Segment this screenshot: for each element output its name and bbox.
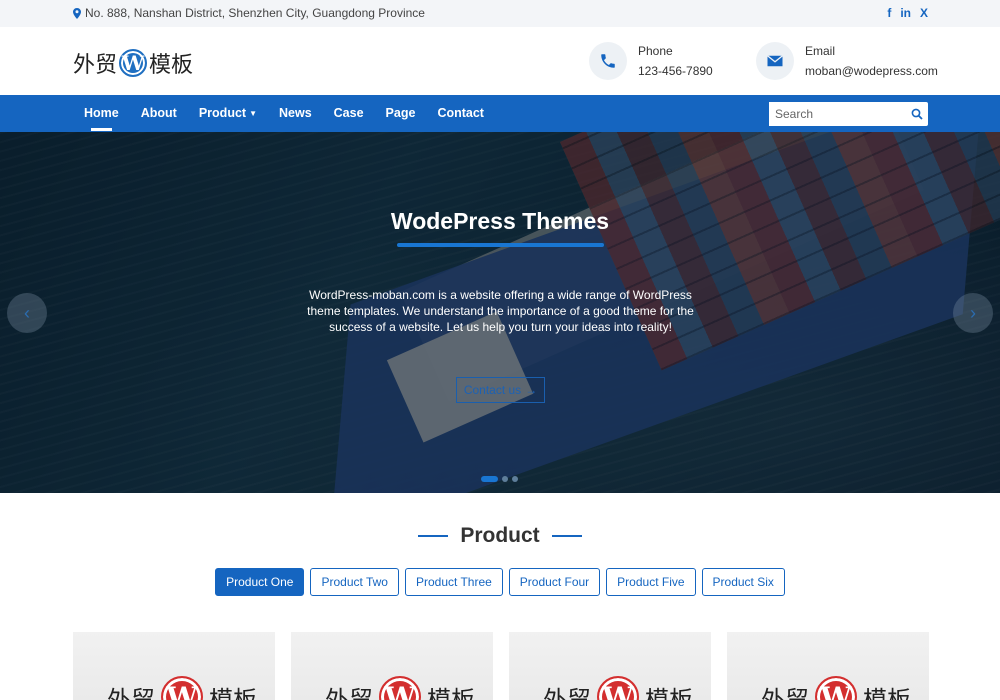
top-bar: No. 888, Nanshan District, Shenzhen City… (0, 0, 1000, 27)
nav-label: About (140, 106, 177, 120)
product-card[interactable]: 外贸 W 模板 (727, 632, 929, 700)
nav-label: Case (333, 106, 364, 120)
slider-dot[interactable] (502, 476, 508, 482)
card-logo-right: 模板 (645, 685, 693, 700)
x-twitter-icon[interactable]: X (920, 6, 928, 20)
logo-text-right: 模板 (149, 53, 194, 78)
tab-product-one[interactable]: Product One (215, 568, 305, 596)
title-decor-line (551, 535, 582, 538)
product-title-text: Product (460, 524, 540, 547)
product-grid: 外贸 W 模板 外贸 W 模板 外贸 W 模板 外贸 W 模板 (73, 632, 929, 700)
tab-product-two[interactable]: Product Two (310, 568, 399, 596)
product-section-title: Product (0, 524, 1000, 548)
product-card[interactable]: 外贸 W 模板 (509, 632, 711, 700)
phone-contact: Phone 123-456-7890 (589, 41, 713, 81)
wordpress-logo-icon: W (379, 676, 421, 700)
card-logo-left: 外贸 (543, 685, 591, 700)
chevron-right-icon: › (970, 302, 976, 323)
address-text: No. 888, Nanshan District, Shenzhen City… (85, 6, 425, 20)
product-image-logo: 外贸 W 模板 (543, 676, 693, 700)
phone-icon (601, 54, 615, 68)
location-pin-icon (73, 7, 81, 19)
cta-label: Contact us (463, 383, 522, 397)
nav-label: Product (198, 106, 247, 120)
slider-dot[interactable] (512, 476, 518, 482)
search-input[interactable] (769, 102, 899, 126)
card-logo-right: 模板 (863, 685, 911, 700)
wordpress-logo-icon: W (119, 49, 148, 77)
email-value[interactable]: moban@wodepress.com (805, 61, 938, 81)
phone-icon-circle (589, 42, 627, 80)
title-decor-line (418, 535, 449, 538)
contact-us-button[interactable]: Contact us → (456, 377, 545, 403)
tab-product-four[interactable]: Product Four (508, 568, 601, 596)
product-card[interactable]: 外贸 W 模板 (73, 632, 275, 700)
arrow-right-icon: → (525, 383, 538, 397)
tab-product-six[interactable]: Product Six (701, 568, 785, 596)
search-icon[interactable] (911, 108, 923, 120)
facebook-icon[interactable]: f (887, 6, 891, 20)
hero-slider: WodePress Themes WordPress-moban.com is … (0, 132, 1000, 493)
nav-item-home[interactable]: Home (84, 95, 119, 132)
site-logo[interactable]: 外贸 W 模板 (73, 47, 193, 79)
nav-item-about[interactable]: About (141, 95, 177, 132)
nav-item-case[interactable]: Case (334, 95, 364, 132)
nav-label: News (279, 106, 312, 120)
product-image-logo: 外贸 W 模板 (107, 676, 257, 700)
card-logo-left: 外贸 (761, 685, 809, 700)
tab-product-five[interactable]: Product Five (606, 568, 696, 596)
social-links: f in X (887, 6, 928, 20)
slider-prev-button[interactable]: ‹ (7, 293, 47, 333)
nav-item-news[interactable]: News (279, 95, 312, 132)
nav-item-contact[interactable]: Contact (437, 95, 484, 132)
nav-item-product[interactable]: Product ▼ (199, 95, 257, 132)
card-logo-right: 模板 (209, 685, 257, 700)
product-image-logo: 外贸 W 模板 (325, 676, 475, 700)
nav-item-page[interactable]: Page (386, 95, 416, 132)
search-box (769, 102, 928, 126)
email-contact: Email moban@wodepress.com (756, 41, 938, 81)
slider-next-button[interactable]: › (953, 293, 993, 333)
email-icon (767, 55, 783, 67)
wordpress-logo-icon: W (161, 676, 203, 700)
address: No. 888, Nanshan District, Shenzhen City… (73, 6, 425, 20)
wordpress-logo-icon: W (815, 676, 857, 700)
hero-description: WordPress-moban.com is a website offerin… (307, 288, 694, 334)
chevron-down-icon: ▼ (249, 109, 257, 118)
linkedin-icon[interactable]: in (900, 6, 911, 20)
card-logo-right: 模板 (427, 685, 475, 700)
product-card[interactable]: 外贸 W 模板 (291, 632, 493, 700)
nav-label: Contact (437, 106, 484, 120)
logo-text-left: 外贸 (73, 53, 118, 78)
phone-label: Phone (638, 44, 673, 58)
nav-label: Home (84, 106, 119, 120)
slider-pagination (481, 476, 518, 482)
wordpress-logo-icon: W (597, 676, 639, 700)
nav-label: Page (385, 106, 416, 120)
product-image-logo: 外贸 W 模板 (761, 676, 911, 700)
card-logo-left: 外贸 (325, 685, 373, 700)
chevron-left-icon: ‹ (24, 302, 30, 323)
site-header: 外贸 W 模板 Phone 123-456-7890 Email moban@w… (0, 27, 1000, 95)
product-tabs: Product One Product Two Product Three Pr… (0, 568, 1000, 596)
hero-title: WodePress Themes (390, 208, 610, 234)
email-icon-circle (756, 42, 794, 80)
slider-dot[interactable] (481, 476, 498, 482)
main-nav: Home About Product ▼ News Case Page Conta… (0, 95, 1000, 132)
hero-title-underline (397, 243, 604, 247)
email-label: Email (805, 44, 836, 58)
card-logo-left: 外贸 (107, 685, 155, 700)
tab-product-three[interactable]: Product Three (404, 568, 503, 596)
phone-value[interactable]: 123-456-7890 (638, 61, 713, 81)
